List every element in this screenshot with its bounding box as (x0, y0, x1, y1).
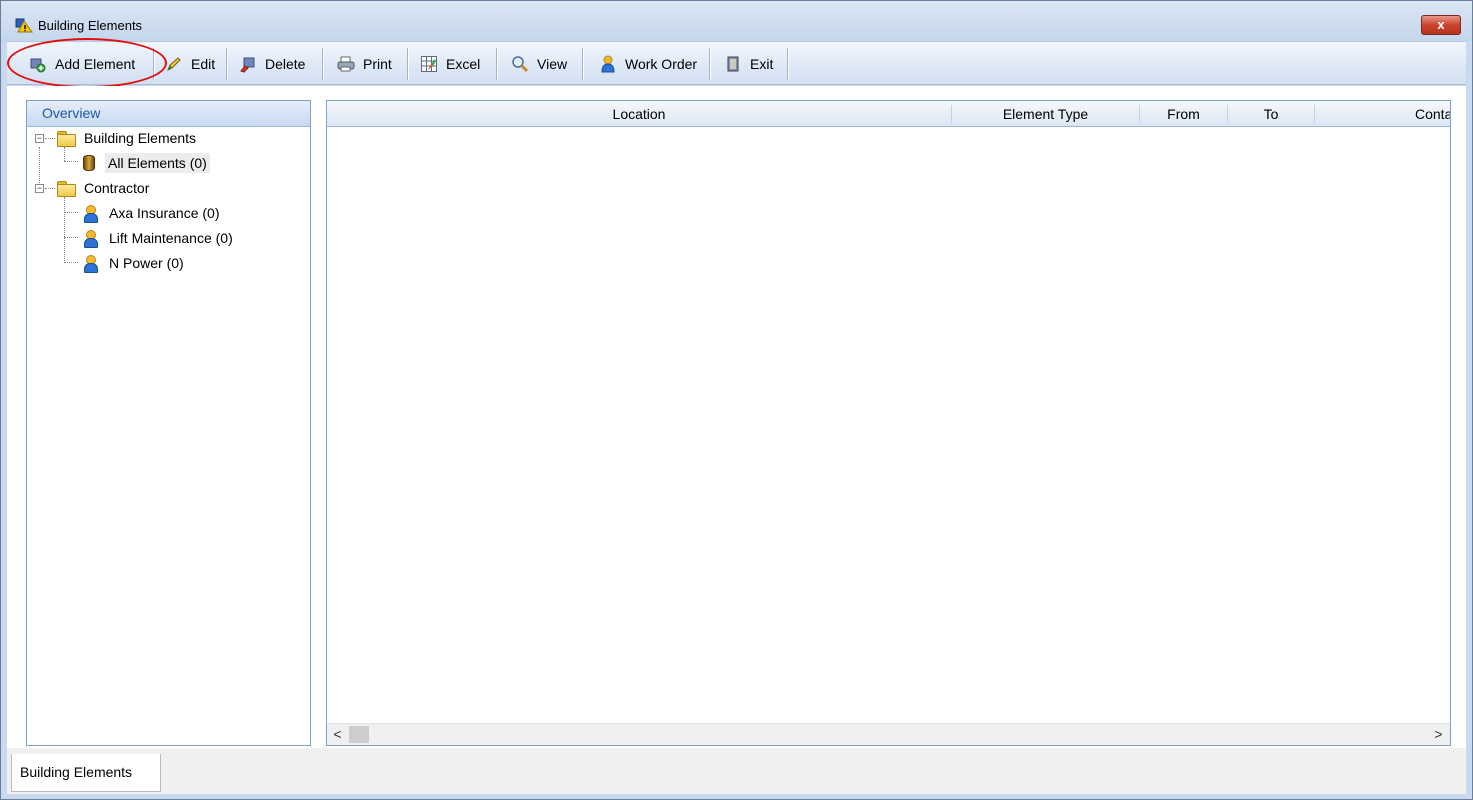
bottom-tabstrip: Building Elements (7, 748, 1466, 794)
tree-node-contractor[interactable]: Contractor (57, 176, 152, 200)
tree-node-building-elements[interactable]: Building Elements (57, 126, 199, 150)
exit-door-icon (724, 55, 742, 73)
toolbar-separator (407, 48, 408, 80)
close-button[interactable]: x (1421, 15, 1461, 35)
tree-connector (64, 262, 78, 263)
tree-node-label: N Power (0) (109, 255, 184, 271)
toolbar-separator (226, 48, 227, 80)
column-header-to[interactable]: To (1228, 101, 1314, 127)
excel-button[interactable]: Excel (420, 42, 480, 85)
person-icon (83, 229, 98, 248)
collapse-contractor[interactable]: − (35, 184, 44, 193)
view-label: View (537, 55, 568, 72)
toolbar: Add Element Edit Delete Print Excel View… (7, 41, 1466, 85)
column-header-contact[interactable]: Conta (1415, 101, 1450, 127)
column-header-from[interactable]: From (1140, 101, 1227, 127)
tab-building-elements[interactable]: Building Elements (11, 754, 161, 792)
edit-button[interactable]: Edit (165, 42, 215, 85)
work-order-label: Work Order (625, 55, 698, 72)
tree-node-label: Axa Insurance (0) (109, 205, 220, 221)
tree-connector (64, 197, 65, 261)
delete-label: Delete (265, 55, 306, 72)
column-header-element-type[interactable]: Element Type (952, 101, 1139, 127)
scroll-thumb[interactable] (349, 726, 369, 743)
tree-node-label: All Elements (0) (105, 153, 210, 173)
toolbar-separator (709, 48, 710, 80)
delete-button[interactable]: Delete (239, 42, 305, 85)
excel-label: Excel (446, 55, 481, 72)
folder-icon (57, 130, 76, 147)
column-header-location[interactable]: Location (327, 101, 951, 127)
exit-button[interactable]: Exit (724, 42, 773, 85)
title-bar[interactable]: Building Elements x (1, 1, 1472, 43)
tree-node-label: Contractor (84, 180, 150, 196)
print-button[interactable]: Print (337, 42, 392, 85)
tree-header: Overview (27, 101, 310, 127)
window-border (1467, 41, 1472, 795)
printer-icon (337, 55, 355, 73)
horizontal-scrollbar[interactable]: < > (327, 723, 1450, 745)
toolbar-separator (153, 48, 154, 80)
toolbar-separator (787, 48, 788, 80)
scroll-right-arrow[interactable]: > (1430, 726, 1447, 743)
column-divider[interactable] (1314, 105, 1315, 123)
work-order-button[interactable]: Work Order (599, 42, 697, 85)
person-icon (83, 204, 98, 223)
toolbar-separator (322, 48, 323, 80)
add-element-button[interactable]: Add Element (29, 42, 135, 85)
overview-tree-panel: Overview − Building Elements All Element… (26, 100, 311, 746)
grid-header: Location Element Type From To Conta (327, 101, 1450, 127)
toolbar-separator (582, 48, 583, 80)
magnifier-icon (511, 55, 529, 73)
building-elements-window: Building Elements x Add Element Edit Del… (0, 0, 1473, 800)
app-warning-icon (15, 17, 33, 33)
tree-node-label: Lift Maintenance (0) (109, 230, 233, 246)
tree-connector (45, 188, 55, 189)
scroll-left-arrow[interactable]: < (329, 726, 346, 743)
print-label: Print (363, 55, 392, 72)
tree-connector (64, 237, 78, 238)
person-icon (599, 55, 617, 73)
view-button[interactable]: View (511, 42, 567, 85)
tree-node-all-elements[interactable]: All Elements (0) (83, 151, 210, 175)
tree-connector (39, 147, 40, 187)
add-element-label: Add Element (55, 55, 136, 72)
database-icon (83, 155, 95, 171)
tree-node-axa-insurance[interactable]: Axa Insurance (0) (83, 201, 223, 225)
exit-label: Exit (750, 55, 774, 72)
collapse-building-elements[interactable]: − (35, 134, 44, 143)
excel-icon (420, 55, 438, 73)
folder-icon (57, 180, 76, 197)
window-title: Building Elements (38, 18, 143, 33)
toolbar-separator (496, 48, 497, 80)
edit-pencil-icon (165, 55, 183, 73)
tree-connector (64, 161, 78, 162)
tree-node-label: Building Elements (84, 130, 197, 146)
elements-grid: Location Element Type From To Conta < > (326, 100, 1451, 746)
person-icon (83, 254, 98, 273)
edit-label: Edit (191, 55, 216, 72)
delete-icon (239, 55, 257, 73)
tree-node-lift-maintenance[interactable]: Lift Maintenance (0) (83, 226, 236, 250)
tree-connector (45, 138, 55, 139)
tree-node-n-power[interactable]: N Power (0) (83, 251, 187, 275)
add-element-icon (29, 55, 47, 73)
tree-connector (64, 212, 78, 213)
